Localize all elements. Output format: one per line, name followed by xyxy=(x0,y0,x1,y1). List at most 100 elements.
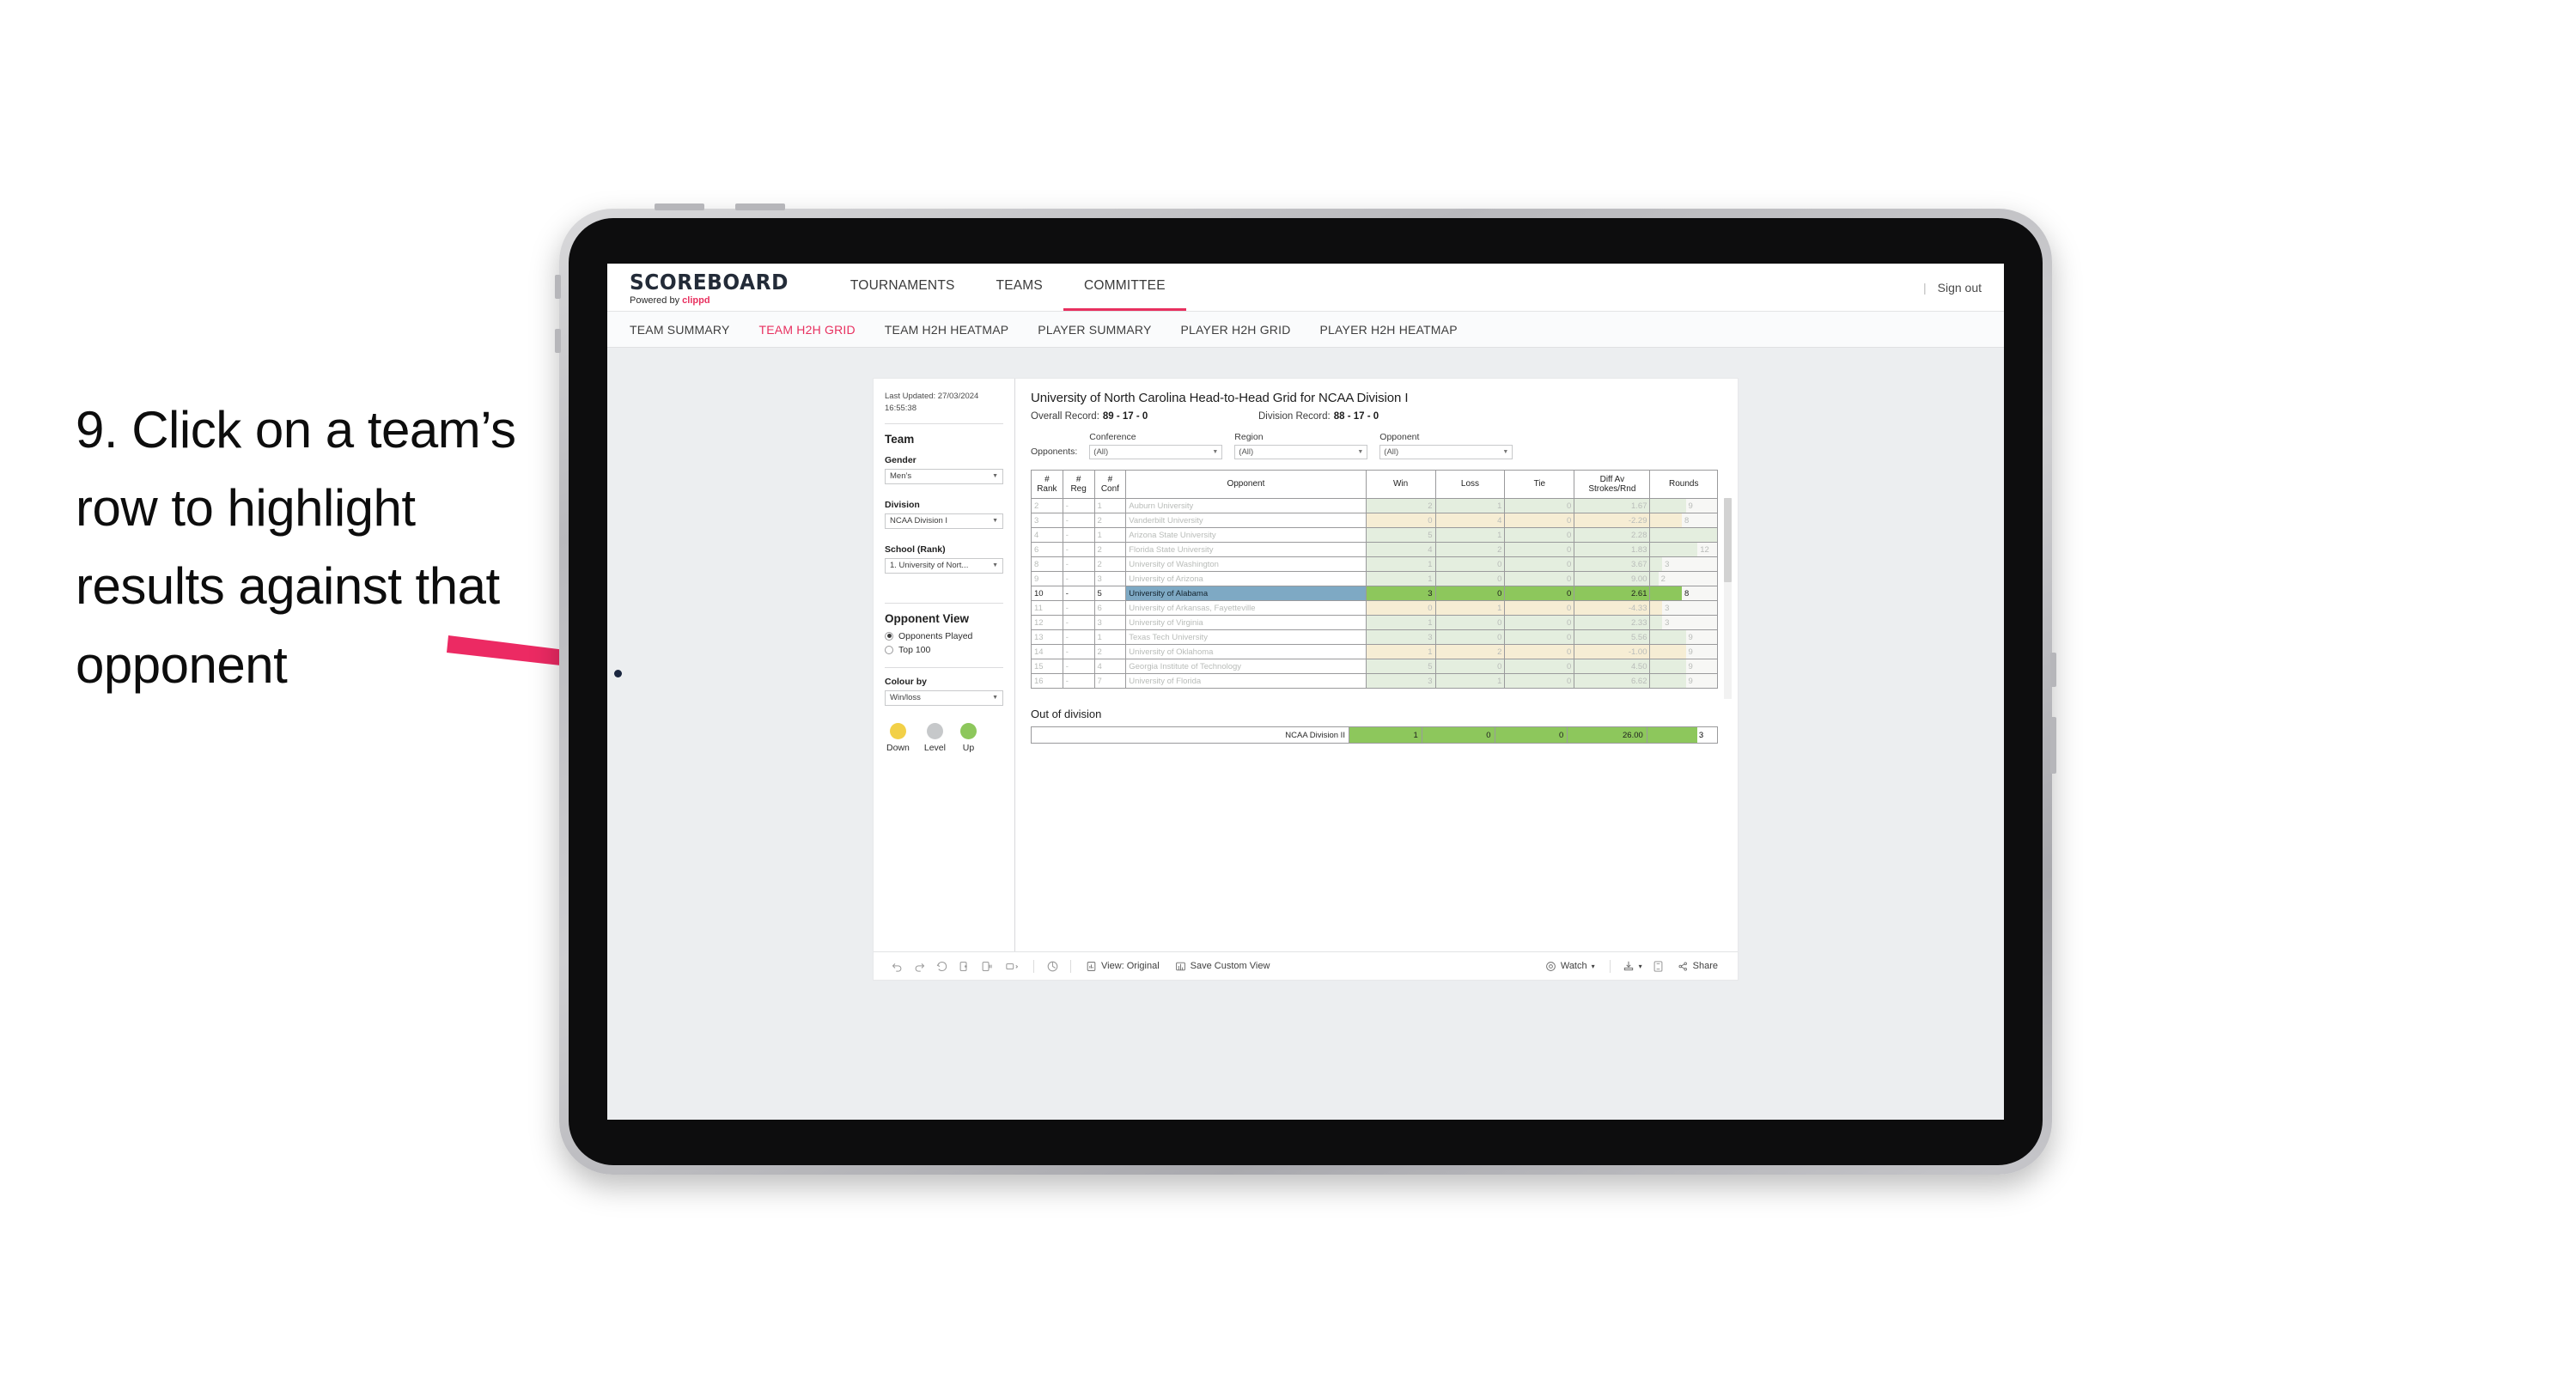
grid-scrollbar-thumb[interactable] xyxy=(1724,498,1732,583)
table-row[interactable]: 3-2 Vanderbilt University 0 4 0 -2.29 8 xyxy=(1031,513,1718,528)
cell-conf: 2 xyxy=(1093,513,1127,528)
tab-team-summary[interactable]: TEAM SUMMARY xyxy=(630,323,730,337)
rounds-value: 3 xyxy=(1665,559,1670,569)
cell-rank: 13 xyxy=(1031,629,1063,645)
table-row[interactable]: 8-2 University of Washington 1 0 0 3.67 3 xyxy=(1031,556,1718,572)
undo-icon[interactable] xyxy=(886,957,908,975)
filter-opponent-value: (All) xyxy=(1384,447,1399,457)
rounds-value: 3 xyxy=(1665,603,1670,613)
ood-rounds-value: 3 xyxy=(1698,730,1704,740)
opponent-filters: Opponents: Conference (All) ▼ Region (Al… xyxy=(1031,432,1722,459)
device-layout-icon[interactable] xyxy=(997,957,1026,975)
gender-value: Men’s xyxy=(890,471,912,482)
gender-select[interactable]: Men’s ▼ xyxy=(885,468,1003,484)
cell-rounds: 9 xyxy=(1649,644,1718,659)
cell-reg: - xyxy=(1062,571,1095,586)
view-original-button[interactable]: View: Original xyxy=(1078,957,1167,975)
show-me-icon[interactable] xyxy=(1041,957,1063,975)
colour-by-select[interactable]: Win/loss ▼ xyxy=(885,689,1003,706)
filter-conference-select[interactable]: (All) ▼ xyxy=(1089,445,1223,459)
table-row[interactable]: 4-1Arizona State University5102.2817 xyxy=(1031,527,1718,543)
radio-on-icon xyxy=(885,631,893,641)
legend-item-up: Up xyxy=(959,722,977,753)
table-row[interactable]: 14-2 University of Oklahoma 1 2 0 -1.00 9 xyxy=(1031,644,1718,659)
rounds-bar xyxy=(1650,659,1686,673)
legend-item-down: Down xyxy=(886,722,910,753)
filters-sidebar: Last Updated: 27/03/2024 16:55:38 Team G… xyxy=(874,379,1015,951)
tab-player-h2h-grid[interactable]: PLAYER H2H GRID xyxy=(1181,323,1291,337)
legend-label-up: Up xyxy=(962,742,975,753)
cell-reg: - xyxy=(1062,615,1095,630)
filter-region-value: (All) xyxy=(1239,447,1254,457)
watch-button[interactable]: Watch ▾ xyxy=(1538,957,1603,975)
rounds-bar xyxy=(1650,543,1698,556)
tab-team-h2h-grid[interactable]: TEAM H2H GRID xyxy=(759,323,856,337)
tablet-top-button-1 xyxy=(655,203,704,210)
filter-conference-label: Conference xyxy=(1089,432,1136,442)
grid-scrollbar[interactable] xyxy=(1724,498,1732,699)
table-row[interactable]: NCAA Division II 1 0 0 26.00 3 xyxy=(1031,726,1719,744)
cell-reg: - xyxy=(1062,629,1095,645)
table-row[interactable]: 9-3 University of Arizona 1 0 0 9.00 2 xyxy=(1031,571,1718,586)
col-rank-line1: # xyxy=(1044,474,1050,484)
filter-region-select[interactable]: (All) ▼ xyxy=(1234,445,1368,459)
revert-icon[interactable] xyxy=(930,957,953,975)
nav-teams[interactable]: TEAMS xyxy=(976,264,1063,311)
radio-opponents-played-label: Opponents Played xyxy=(898,630,973,641)
cell-diff: 9.00 xyxy=(1574,571,1651,586)
rounds-bar xyxy=(1650,528,1717,542)
legend-dot-down xyxy=(889,722,906,739)
table-row[interactable]: 11-6 University of Arkansas, Fayetteville… xyxy=(1031,600,1718,616)
rounds-value: 2 xyxy=(1660,574,1666,584)
school-select[interactable]: 1. University of Nort... ▼ xyxy=(885,557,1003,574)
tablet-top-button-2 xyxy=(735,203,785,210)
table-row[interactable]: 16-7 University of Florida 3 1 0 6.62 9 xyxy=(1031,673,1718,689)
colour-legend: Down Level Up xyxy=(885,722,1003,753)
cell-win: 1 xyxy=(1365,615,1436,630)
nav-committee[interactable]: COMMITTEE xyxy=(1063,264,1186,311)
table-row[interactable]: 2-1 Auburn University 2 1 0 1.67 9 xyxy=(1031,498,1718,513)
radio-top-100-label: Top 100 xyxy=(898,644,931,655)
cell-tie: 0 xyxy=(1504,556,1575,572)
filter-opponent-select[interactable]: (All) ▼ xyxy=(1379,445,1513,459)
cell-rounds: 3 xyxy=(1649,600,1718,616)
table-row[interactable]: 10-5 University of Alabama 3 0 0 2.61 8 xyxy=(1031,586,1718,601)
grid-head: # Rank # Reg # Conf Opponent Win Loss Tie D… xyxy=(1031,470,1718,499)
cell-loss: 1 xyxy=(1434,498,1506,513)
refresh-icon[interactable] xyxy=(953,957,975,975)
cell-conf: 5 xyxy=(1093,586,1127,601)
sidebar-divider-2 xyxy=(885,602,1003,604)
watch-label: Watch xyxy=(1560,961,1587,971)
tab-player-summary[interactable]: PLAYER SUMMARY xyxy=(1038,323,1151,337)
table-row[interactable]: 13-1 Texas Tech University 3 0 0 5.56 9 xyxy=(1031,629,1718,645)
table-row[interactable]: 15-4 Georgia Institute of Technology 5 0 0 4.… xyxy=(1031,659,1718,674)
save-custom-view-button[interactable]: Save Custom View xyxy=(1167,957,1278,975)
pause-updates-icon[interactable] xyxy=(975,957,997,975)
nav-tournaments[interactable]: TOURNAMENTS xyxy=(830,264,976,311)
table-row[interactable]: 12-3 University of Virginia 1 0 0 2.33 3 xyxy=(1031,615,1718,630)
chevron-down-icon: ▾ xyxy=(1638,962,1642,970)
cell-conf: 2 xyxy=(1093,644,1127,659)
rounds-bar xyxy=(1650,630,1686,644)
table-row[interactable]: 6-2 Florida State University 4 2 0 1.83 12 xyxy=(1031,542,1718,557)
share-button[interactable]: Share xyxy=(1670,957,1726,975)
cell-loss: 1 xyxy=(1434,600,1506,616)
download-button[interactable]: ▾ xyxy=(1617,957,1647,975)
tab-player-h2h-heatmap[interactable]: PLAYER H2H HEATMAP xyxy=(1320,323,1458,337)
share-icon xyxy=(1678,961,1687,971)
cell-rounds: 9 xyxy=(1649,659,1718,674)
tab-team-h2h-heatmap[interactable]: TEAM H2H HEATMAP xyxy=(885,323,1009,337)
radio-opponents-played[interactable]: Opponents Played xyxy=(885,631,1003,641)
full-screen-icon[interactable] xyxy=(1647,957,1670,975)
brand-subtitle: Powered by clippd xyxy=(630,295,801,306)
download-icon xyxy=(1623,961,1633,971)
radio-top-100[interactable]: Top 100 xyxy=(885,645,1003,655)
col-reg: # Reg xyxy=(1062,470,1095,499)
toolbar-divider-3 xyxy=(1609,959,1611,973)
rounds-value: 3 xyxy=(1665,617,1670,628)
division-select[interactable]: NCAA Division I ▼ xyxy=(885,513,1003,529)
redo-icon[interactable] xyxy=(908,957,930,975)
cell-rounds: 3 xyxy=(1649,556,1718,572)
sign-out-link[interactable]: Sign out xyxy=(1938,281,1982,295)
ood-rounds-bar xyxy=(1647,727,1698,743)
